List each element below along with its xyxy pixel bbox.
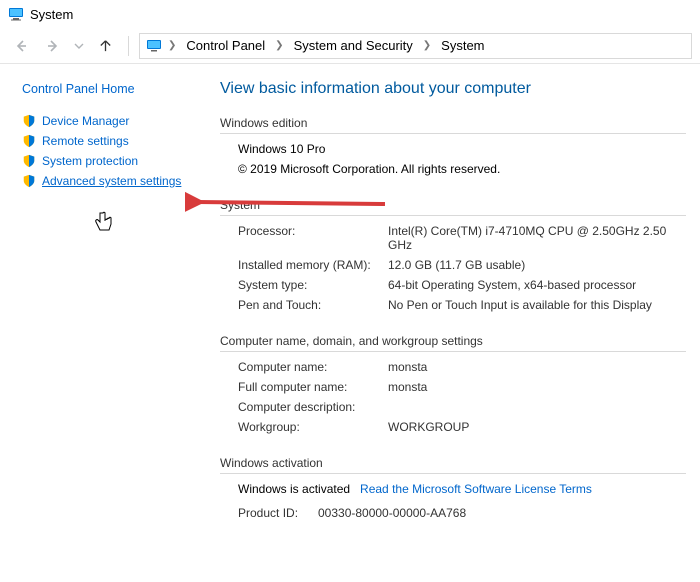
activation-status: Windows is activated [238, 482, 350, 496]
license-terms-link[interactable]: Read the Microsoft Software License Term… [360, 482, 592, 496]
label: Computer name: [238, 360, 388, 374]
row-product-id: Product ID: 00330-80000-00000-AA768 [238, 506, 686, 520]
section-head-activation: Windows activation [220, 456, 686, 474]
chevron-right-icon[interactable]: ❯ [273, 40, 285, 51]
value: 12.0 GB (11.7 GB usable) [388, 258, 686, 272]
divider [128, 36, 129, 56]
forward-button[interactable] [40, 33, 66, 59]
breadcrumb-system-security[interactable]: System and Security [290, 38, 417, 53]
value: monsta [388, 360, 686, 374]
control-panel-home-link[interactable]: Control Panel Home [22, 82, 198, 96]
sidebar-item-remote-settings[interactable]: Remote settings [22, 134, 198, 148]
value: Intel(R) Core(TM) i7-4710MQ CPU @ 2.50GH… [388, 224, 686, 252]
row-workgroup: Workgroup: WORKGROUP [238, 420, 686, 434]
shield-icon [22, 174, 36, 188]
label: Product ID: [238, 506, 318, 520]
label: Installed memory (RAM): [238, 258, 388, 272]
row-computer-name: Computer name: monsta [238, 360, 686, 374]
page-title: View basic information about your comput… [220, 80, 686, 98]
value: 64-bit Operating System, x64-based proce… [388, 278, 686, 292]
shield-icon [22, 114, 36, 128]
sidebar: Control Panel Home Device Manager Remote… [0, 64, 210, 582]
shield-icon [22, 134, 36, 148]
chevron-right-icon[interactable]: ❯ [421, 40, 433, 51]
label: Computer description: [238, 400, 388, 414]
row-full-computer-name: Full computer name: monsta [238, 380, 686, 394]
shield-icon [22, 154, 36, 168]
breadcrumb-system[interactable]: System [437, 38, 488, 53]
sidebar-item-label: Device Manager [42, 114, 129, 128]
row-system-type: System type: 64-bit Operating System, x6… [238, 278, 686, 292]
main-pane: View basic information about your comput… [210, 64, 700, 582]
value: 00330-80000-00000-AA768 [318, 506, 686, 520]
section-head-system: System [220, 198, 686, 216]
monitor-icon [146, 38, 162, 54]
section-head-edition: Windows edition [220, 116, 686, 134]
recent-locations-button[interactable] [72, 33, 86, 59]
breadcrumb-control-panel[interactable]: Control Panel [182, 38, 269, 53]
value: No Pen or Touch Input is available for t… [388, 298, 686, 312]
row-computer-description: Computer description: [238, 400, 686, 414]
titlebar: System [0, 0, 700, 28]
system-icon [8, 6, 24, 22]
label: Processor: [238, 224, 388, 252]
label: Pen and Touch: [238, 298, 388, 312]
chevron-right-icon[interactable]: ❯ [166, 40, 178, 51]
sidebar-item-label: Advanced system settings [42, 174, 181, 188]
address-bar[interactable]: ❯ Control Panel ❯ System and Security ❯ … [139, 33, 692, 59]
value [388, 400, 686, 414]
sidebar-item-advanced-system-settings[interactable]: Advanced system settings [22, 174, 198, 188]
sidebar-item-system-protection[interactable]: System protection [22, 154, 198, 168]
value: monsta [388, 380, 686, 394]
label: System type: [238, 278, 388, 292]
sidebar-item-device-manager[interactable]: Device Manager [22, 114, 198, 128]
label: Workgroup: [238, 420, 388, 434]
windows-product: Windows 10 Pro [238, 142, 686, 156]
row-ram: Installed memory (RAM): 12.0 GB (11.7 GB… [238, 258, 686, 272]
row-pen-touch: Pen and Touch: No Pen or Touch Input is … [238, 298, 686, 312]
windows-copyright: © 2019 Microsoft Corporation. All rights… [238, 162, 686, 176]
navbar: ❯ Control Panel ❯ System and Security ❯ … [0, 28, 700, 64]
sidebar-item-label: Remote settings [42, 134, 129, 148]
up-button[interactable] [92, 33, 118, 59]
row-processor: Processor: Intel(R) Core(TM) i7-4710MQ C… [238, 224, 686, 252]
back-button[interactable] [8, 33, 34, 59]
sidebar-item-label: System protection [42, 154, 138, 168]
window-title: System [30, 7, 73, 22]
label: Full computer name: [238, 380, 388, 394]
value: WORKGROUP [388, 420, 686, 434]
section-head-name: Computer name, domain, and workgroup set… [220, 334, 686, 352]
